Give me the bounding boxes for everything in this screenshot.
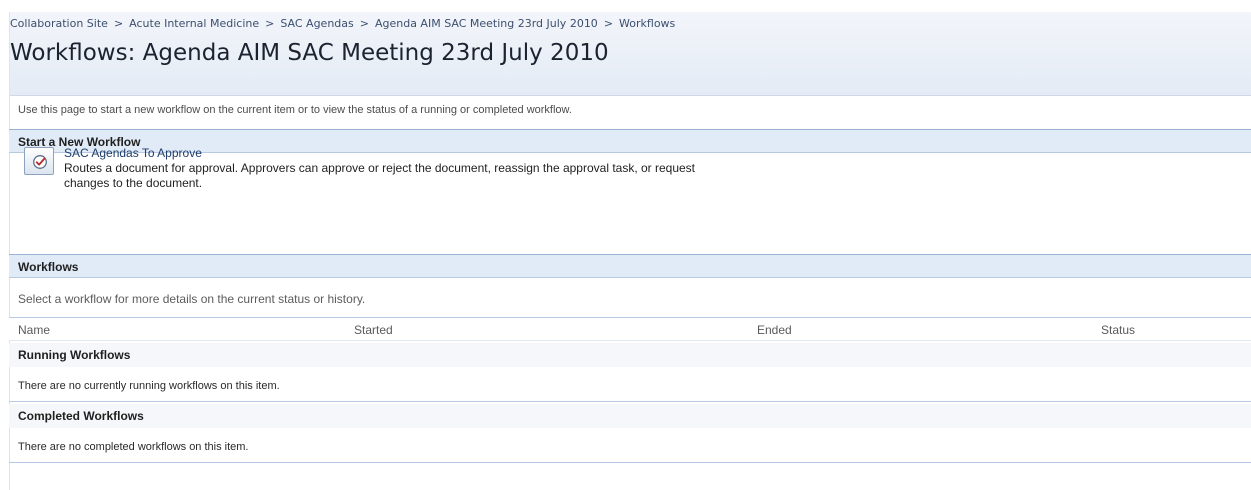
workflows-table-header: Name Started Ended Status: [9, 317, 1251, 341]
breadcrumb-current: Workflows: [619, 17, 676, 30]
workflows-hint: Select a workflow for more details on th…: [18, 292, 366, 306]
approval-check-icon[interactable]: [24, 147, 54, 175]
group-heading: Running Workflows: [18, 348, 131, 362]
breadcrumb-separator: >: [265, 17, 275, 30]
breadcrumb-separator: >: [603, 17, 614, 30]
empty-message: There are no currently running workflows…: [18, 380, 280, 392]
empty-message: There are no completed workflows on this…: [18, 441, 249, 453]
check-mark-icon: [33, 155, 47, 169]
running-workflows-group: Running Workflows: [9, 343, 1251, 367]
section-heading: Workflows: [18, 260, 79, 274]
breadcrumb-collaboration-site[interactable]: Collaboration Site: [10, 17, 108, 30]
column-name[interactable]: Name: [18, 323, 50, 337]
breadcrumb: Collaboration Site > Acute Internal Medici…: [10, 17, 675, 30]
page-title: Workflows: Agenda AIM SAC Meeting 23rd J…: [10, 40, 609, 66]
workflow-description: Routes a document for approval. Approver…: [64, 161, 696, 190]
completed-workflows-group: Completed Workflows: [9, 404, 1251, 428]
breadcrumb-separator: >: [359, 17, 369, 30]
running-workflows-empty: There are no currently running workflows…: [9, 370, 1251, 402]
workflows-page: Collaboration Site > Acute Internal Medici…: [0, 0, 1251, 490]
column-started[interactable]: Started: [354, 323, 393, 337]
column-status[interactable]: Status: [1101, 323, 1135, 337]
column-ended[interactable]: Ended: [757, 323, 792, 337]
intro-text: Use this page to start a new workflow on…: [18, 104, 572, 116]
group-heading: Completed Workflows: [18, 409, 144, 423]
breadcrumb-agenda-item[interactable]: Agenda AIM SAC Meeting 23rd July 2010: [375, 17, 598, 30]
breadcrumb-acute-internal-medicine[interactable]: Acute Internal Medicine: [129, 17, 259, 30]
breadcrumb-separator: >: [113, 17, 124, 30]
workflows-header: Workflows: [9, 254, 1251, 278]
workflow-link-sac-agendas-to-approve[interactable]: SAC Agendas To Approve: [64, 146, 202, 160]
breadcrumb-sac-agendas[interactable]: SAC Agendas: [280, 17, 353, 30]
completed-workflows-empty: There are no completed workflows on this…: [9, 431, 1251, 463]
